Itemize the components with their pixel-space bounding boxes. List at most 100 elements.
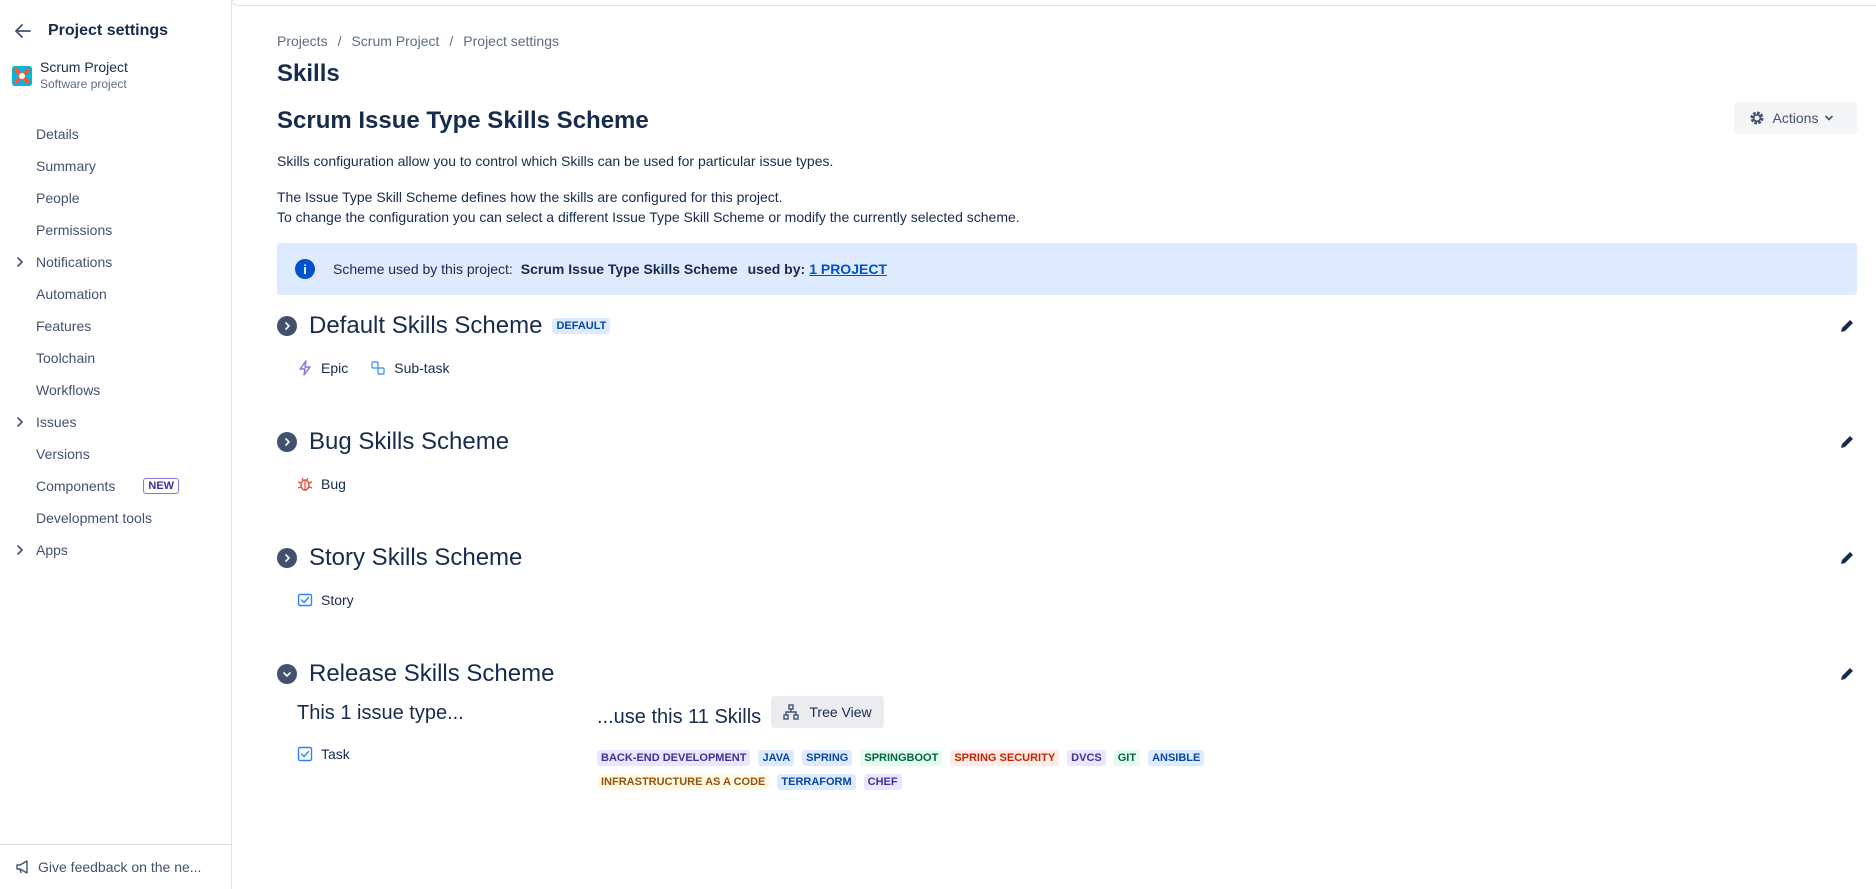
sidebar-header: Project settings <box>12 20 168 42</box>
info-used-by: used by: <box>747 261 806 277</box>
sidebar-item-people[interactable]: People <box>0 182 232 214</box>
default-lozenge: DEFAULT <box>552 318 611 334</box>
skills-heading: ...use this 11 Skills <box>597 706 762 728</box>
skill-lozenge: ANSIBLE <box>1148 750 1205 766</box>
chevron-right-icon[interactable] <box>277 432 297 452</box>
info-icon: i <box>295 259 315 279</box>
chevron-right-icon <box>17 417 24 427</box>
scheme-section-default: Default Skills Scheme DEFAULT Epic Sub-t… <box>277 310 1857 376</box>
scheme-section-release: Release Skills Scheme This 1 issue type.… <box>277 658 1857 790</box>
issue-type-task: Task <box>297 746 350 762</box>
skill-lozenge: JAVA <box>758 750 795 766</box>
sidebar-item-label: Details <box>36 126 79 142</box>
sidebar-item-issues[interactable]: Issues <box>0 406 232 438</box>
bug-icon <box>297 477 313 491</box>
chevron-down-icon <box>1825 115 1834 121</box>
sidebar-item-label: Components <box>36 478 116 494</box>
issue-type-label: Story <box>321 592 354 608</box>
task-icon <box>297 746 313 762</box>
back-arrow-icon[interactable] <box>12 20 34 42</box>
sidebar-item-label: Apps <box>36 542 68 558</box>
breadcrumb-project-settings[interactable]: Project settings <box>463 33 559 49</box>
actions-label: Actions <box>1772 110 1819 126</box>
skills-list: BACK-END DEVELOPMENT JAVA SPRING SPRINGBOOT… <box>597 750 1357 798</box>
breadcrumb-scrum-project[interactable]: Scrum Project <box>351 33 439 49</box>
issue-types-heading: This 1 issue type... <box>297 702 464 724</box>
sidebar-item-label: Summary <box>36 158 96 174</box>
issue-type-label: Sub-task <box>394 360 450 376</box>
issue-type-bug: Bug <box>297 476 346 492</box>
sidebar-item-development-tools[interactable]: Development tools <box>0 502 232 534</box>
pencil-icon[interactable] <box>1837 664 1857 684</box>
issue-type-subtask: Sub-task <box>370 360 449 376</box>
skill-lozenge: SPRING SECURITY <box>950 750 1060 766</box>
sidebar-item-label: Automation <box>36 286 107 302</box>
breadcrumb-projects[interactable]: Projects <box>277 33 328 49</box>
breadcrumb-separator: / <box>337 33 342 49</box>
info-prefix: Scheme used by this project: <box>333 261 513 277</box>
description-line-1: Skills configuration allow you to contro… <box>277 153 834 169</box>
sidebar-nav: Details Summary People Permissions Notif… <box>0 118 232 566</box>
skill-lozenge: SPRINGBOOT <box>860 750 943 766</box>
sidebar-item-label: Notifications <box>36 254 113 270</box>
sidebar-item-features[interactable]: Features <box>0 310 232 342</box>
pencil-icon[interactable] <box>1837 432 1857 452</box>
sidebar-item-toolchain[interactable]: Toolchain <box>0 342 232 374</box>
issue-type-epic: Epic <box>297 360 348 376</box>
info-scheme-name: Scrum Issue Type Skills Scheme <box>520 261 738 277</box>
sidebar-item-label: Features <box>36 318 92 334</box>
project-name: Scrum Project <box>40 59 128 75</box>
feedback-button[interactable]: Give feedback on the ne... <box>0 844 232 889</box>
sidebar-item-permissions[interactable]: Permissions <box>0 214 232 246</box>
tree-view-label: Tree View <box>809 704 872 720</box>
sidebar-item-notifications[interactable]: Notifications <box>0 246 232 278</box>
sidebar-item-automation[interactable]: Automation <box>0 278 232 310</box>
sidebar-item-details[interactable]: Details <box>0 118 232 150</box>
sidebar-item-apps[interactable]: Apps <box>0 534 232 566</box>
hierarchy-icon <box>783 704 800 720</box>
chevron-right-icon[interactable] <box>277 316 297 336</box>
actions-button[interactable]: Actions <box>1734 102 1857 134</box>
info-project-link[interactable]: 1 PROJECT <box>809 261 887 277</box>
sidebar-item-label: People <box>36 190 80 206</box>
project-info[interactable]: Scrum Project Software project <box>12 58 128 92</box>
skill-lozenge: CHEF <box>863 774 902 790</box>
sidebar-item-summary[interactable]: Summary <box>0 150 232 182</box>
sidebar: Project settings Scrum Project Software … <box>0 0 232 889</box>
scheme-title: Release Skills Scheme <box>309 660 555 687</box>
issue-type-story: Story <box>297 592 354 608</box>
sidebar-item-versions[interactable]: Versions <box>0 438 232 470</box>
pencil-icon[interactable] <box>1837 548 1857 568</box>
chevron-down-icon[interactable] <box>277 664 297 684</box>
skill-lozenge: INFRASTRUCTURE AS A CODE <box>597 774 770 790</box>
gear-icon <box>1750 111 1764 125</box>
skill-lozenge: TERRAFORM <box>777 774 856 790</box>
breadcrumb: Projects / Scrum Project / Project setti… <box>277 33 559 49</box>
sidebar-item-label: Versions <box>36 446 90 462</box>
scheme-section-bug: Bug Skills Scheme Bug <box>277 426 1857 492</box>
skill-lozenge: BACK-END DEVELOPMENT <box>597 750 751 766</box>
sidebar-item-components[interactable]: Components NEW <box>0 470 232 502</box>
pencil-icon[interactable] <box>1837 316 1857 336</box>
epic-icon <box>299 360 311 376</box>
skill-lozenge: DVCS <box>1067 750 1106 766</box>
scheme-title: Scrum Issue Type Skills Scheme <box>277 107 649 134</box>
info-banner: i Scheme used by this project: Scrum Iss… <box>277 243 1857 295</box>
subtask-icon <box>371 361 385 375</box>
breadcrumb-separator: / <box>449 33 454 49</box>
scheme-section-story: Story Skills Scheme Story <box>277 542 1857 608</box>
sidebar-item-workflows[interactable]: Workflows <box>0 374 232 406</box>
tree-view-button[interactable]: Tree View <box>771 696 884 728</box>
scheme-title: Bug Skills Scheme <box>309 428 510 455</box>
top-border <box>232 0 1876 6</box>
project-type: Software project <box>40 77 127 91</box>
chevron-right-icon[interactable] <box>277 548 297 568</box>
sidebar-title: Project settings <box>48 22 169 39</box>
issue-type-label: Bug <box>321 476 346 492</box>
feedback-label: Give feedback on the ne... <box>38 859 202 875</box>
issue-type-label: Epic <box>321 360 349 376</box>
sidebar-item-label: Permissions <box>36 222 113 238</box>
skill-lozenge: GIT <box>1113 750 1141 766</box>
sidebar-item-label: Workflows <box>36 382 101 398</box>
page-title: Skills <box>277 60 340 87</box>
